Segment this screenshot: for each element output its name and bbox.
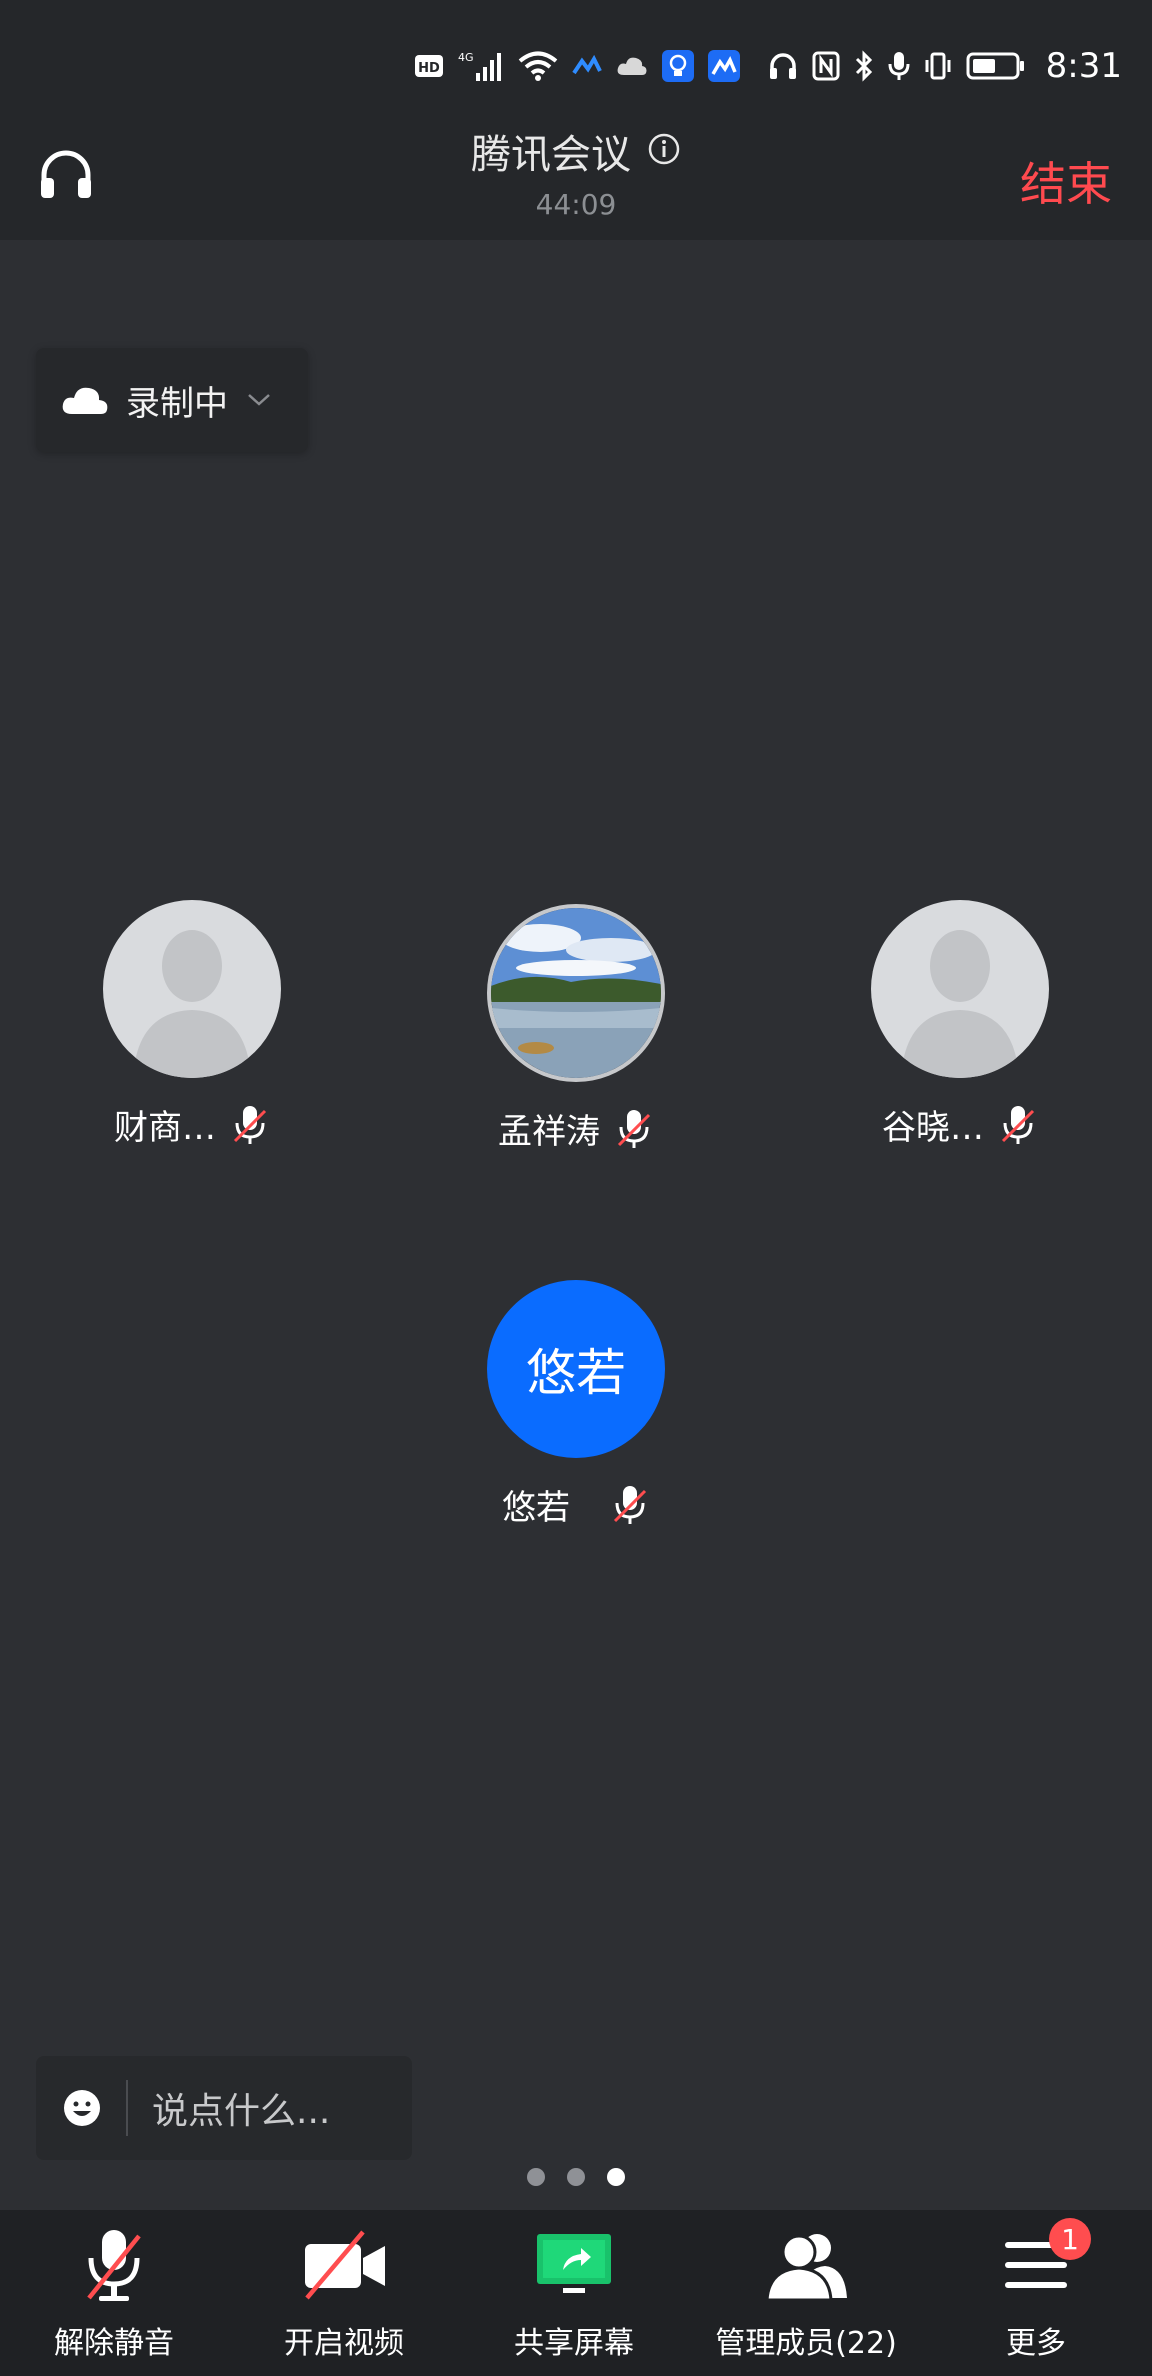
divider bbox=[126, 2080, 128, 2136]
mic-muted-icon bbox=[617, 1109, 651, 1148]
app-icon bbox=[707, 50, 740, 82]
mic-muted-icon bbox=[87, 2230, 141, 2301]
unmute-button[interactable]: 解除静音 bbox=[4, 2226, 224, 2362]
meeting-header: 腾讯会议 44:09 结束 bbox=[0, 100, 1152, 240]
wifi-icon bbox=[518, 50, 558, 82]
members-icon bbox=[765, 2234, 847, 2302]
mic-muted-icon bbox=[233, 1105, 267, 1144]
participant-tile[interactable]: 谷晓… bbox=[830, 900, 1090, 1149]
toolbar-label: 开启视频 bbox=[284, 2326, 404, 2361]
meeting-info-button[interactable] bbox=[647, 132, 681, 170]
participant-name: 财商… bbox=[114, 1108, 216, 1148]
start-video-button[interactable]: 开启视频 bbox=[234, 2226, 454, 2362]
nfc-icon bbox=[812, 51, 840, 81]
manage-members-button[interactable]: 管理成员(22) bbox=[696, 2226, 916, 2362]
more-button[interactable]: 1 更多 bbox=[926, 2218, 1146, 2362]
meeting-title: 腾讯会议 bbox=[471, 132, 631, 178]
chevron-down-icon bbox=[248, 394, 270, 406]
notification-badge: 1 bbox=[1049, 2218, 1091, 2260]
cloud-icon bbox=[616, 55, 648, 77]
share-screen-button[interactable]: 共享屏幕 bbox=[464, 2226, 684, 2362]
toolbar-label: 更多 bbox=[1006, 2326, 1066, 2361]
avatar: 悠若 bbox=[487, 1280, 665, 1458]
svg-text:4G: 4G bbox=[458, 51, 474, 64]
chat-placeholder: 说点什么... bbox=[152, 2091, 331, 2132]
participant-tile[interactable]: 财商… bbox=[62, 900, 322, 1149]
bottom-toolbar: 解除静音 开启视频 共享屏幕 管理成员(22) 1 更多 bbox=[0, 2210, 1152, 2376]
person-silhouette-icon bbox=[133, 930, 251, 1078]
avatar bbox=[487, 904, 665, 1082]
hd-icon: HD bbox=[414, 52, 444, 80]
info-icon bbox=[648, 133, 680, 165]
emoji-icon[interactable] bbox=[62, 2088, 102, 2128]
bulb-icon bbox=[661, 50, 694, 82]
cloud-icon bbox=[62, 387, 108, 414]
participant-name: 谷晓… bbox=[882, 1108, 984, 1148]
participant-name: 悠若 bbox=[502, 1488, 570, 1528]
toolbar-label: 共享屏幕 bbox=[514, 2326, 634, 2361]
recording-label: 录制中 bbox=[126, 383, 228, 424]
video-off-icon bbox=[305, 2230, 385, 2300]
share-screen-icon bbox=[537, 2234, 611, 2293]
page-dot-active[interactable] bbox=[607, 2168, 625, 2186]
status-icons: HD 4G 8:31 bbox=[414, 44, 1122, 88]
landscape-photo bbox=[491, 908, 661, 1078]
recording-indicator[interactable]: 录制中 bbox=[36, 348, 308, 452]
title-block: 腾讯会议 44:09 bbox=[0, 122, 1152, 221]
vibrate-icon bbox=[924, 51, 952, 81]
person-silhouette-icon bbox=[901, 930, 1019, 1078]
end-meeting-button[interactable]: 结束 bbox=[1020, 148, 1112, 214]
bluetooth-icon bbox=[854, 50, 874, 82]
clock: 8:31 bbox=[1045, 46, 1122, 86]
avatar bbox=[103, 900, 281, 1078]
participant-tile[interactable]: 孟祥涛 bbox=[446, 904, 706, 1153]
4g-signal-icon: 4G bbox=[458, 49, 504, 83]
headphone-icon bbox=[768, 51, 798, 81]
page-dot[interactable] bbox=[527, 2168, 545, 2186]
app-icon bbox=[571, 55, 602, 77]
mic-muted-icon bbox=[613, 1485, 647, 1524]
svg-text:HD: HD bbox=[418, 61, 440, 76]
meeting-timer: 44:09 bbox=[535, 188, 617, 221]
participant-tile-self[interactable]: 悠若 悠若 bbox=[446, 1280, 706, 1529]
mic-muted-icon bbox=[1001, 1105, 1035, 1144]
toolbar-label: 解除静音 bbox=[54, 2326, 174, 2361]
participant-name: 孟祥涛 bbox=[498, 1112, 600, 1152]
avatar bbox=[871, 900, 1049, 1078]
mic-icon bbox=[888, 50, 910, 82]
page-indicator bbox=[0, 2168, 1152, 2186]
toolbar-label: 管理成员(22) bbox=[715, 2326, 897, 2361]
battery-icon bbox=[966, 51, 1026, 81]
chat-input[interactable]: 说点什么... bbox=[36, 2056, 412, 2160]
page-dot[interactable] bbox=[567, 2168, 585, 2186]
